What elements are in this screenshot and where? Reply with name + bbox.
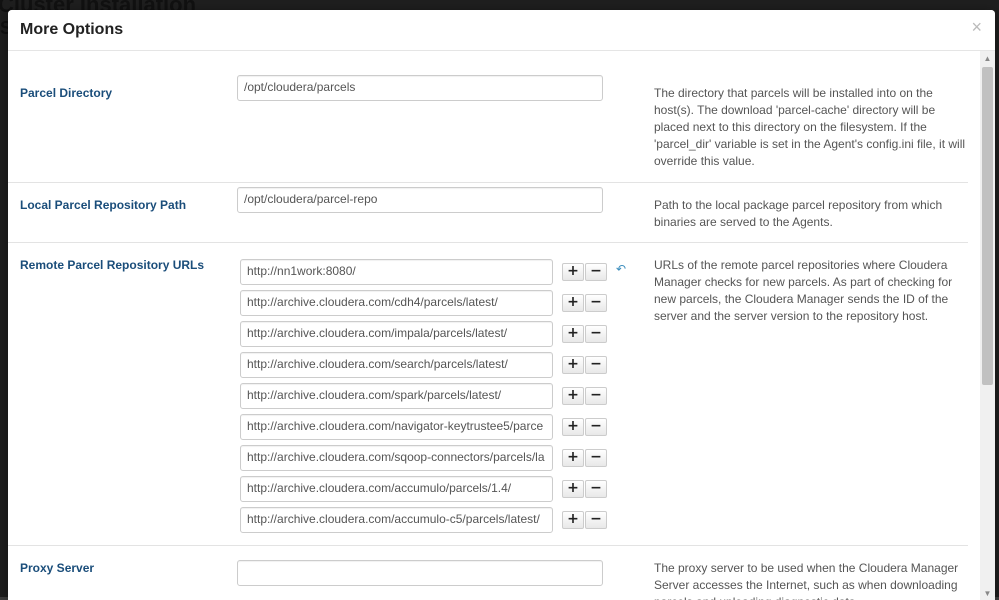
url-input[interactable]: http://archive.cloudera.com/impala/parce… [240, 321, 553, 347]
scroll-up-icon[interactable]: ▲ [980, 51, 995, 66]
parcel-directory-help: The directory that parcels will be insta… [654, 86, 966, 168]
remove-url-button[interactable]: − [585, 356, 607, 374]
scrollbar[interactable]: ▲ ▼ [980, 51, 995, 600]
add-url-button[interactable]: + [562, 480, 584, 498]
local-repo-path-input[interactable]: /opt/cloudera/parcel-repo [237, 187, 603, 213]
url-input[interactable]: http://archive.cloudera.com/navigator-ke… [240, 414, 553, 440]
undo-icon[interactable]: ↶ [616, 262, 626, 276]
add-url-button[interactable]: + [562, 263, 584, 281]
url-input[interactable]: http://archive.cloudera.com/sqoop-connec… [240, 445, 553, 471]
add-url-button[interactable]: + [562, 294, 584, 312]
proxy-server-help: The proxy server to be used when the Clo… [654, 561, 959, 600]
proxy-server-label: Proxy Server [20, 561, 95, 575]
modal-header: More Options × [8, 10, 995, 51]
setting-row-remote-repo-urls: Remote Parcel Repository URLs http://nn1… [8, 242, 968, 546]
add-url-button[interactable]: + [562, 356, 584, 374]
url-entry: http://archive.cloudera.com/navigator-ke… [240, 414, 630, 440]
url-entry: http://archive.cloudera.com/cdh4/parcels… [240, 290, 630, 316]
remove-url-button[interactable]: − [585, 263, 607, 281]
remove-url-button[interactable]: − [585, 449, 607, 467]
url-entry: http://archive.cloudera.com/search/parce… [240, 352, 630, 378]
local-repo-path-label: Local Parcel Repository Path [20, 198, 187, 212]
modal-title: More Options [20, 21, 124, 38]
url-input[interactable]: http://archive.cloudera.com/accumulo/par… [240, 476, 553, 502]
remove-url-button[interactable]: − [585, 325, 607, 343]
parcel-directory-input[interactable]: /opt/cloudera/parcels [237, 75, 603, 101]
proxy-server-input[interactable] [237, 560, 603, 586]
parcel-directory-label: Parcel Directory [20, 86, 113, 100]
scroll-down-icon[interactable]: ▼ [980, 586, 995, 600]
url-input[interactable]: http://archive.cloudera.com/cdh4/parcels… [240, 290, 553, 316]
modal-body: Parcel Directory /opt/cloudera/parcels T… [8, 51, 980, 600]
setting-row-parcel-directory: Parcel Directory /opt/cloudera/parcels T… [8, 51, 968, 183]
add-url-button[interactable]: + [562, 387, 584, 405]
add-url-button[interactable]: + [562, 325, 584, 343]
more-options-dialog: More Options × Parcel Directory /opt/clo… [8, 10, 995, 600]
url-entry: http://nn1work:8080/ + − ↶ [240, 259, 630, 285]
remote-repo-urls-label: Remote Parcel Repository URLs [20, 258, 205, 272]
local-repo-path-help: Path to the local package parcel reposit… [654, 198, 943, 229]
scrollbar-thumb[interactable] [982, 67, 993, 385]
url-entry: http://archive.cloudera.com/accumulo/par… [240, 476, 630, 502]
close-icon[interactable]: × [971, 18, 982, 36]
url-entry: http://archive.cloudera.com/accumulo-c5/… [240, 507, 630, 533]
remote-repo-urls-help: URLs of the remote parcel repositories w… [654, 258, 953, 323]
add-url-button[interactable]: + [562, 511, 584, 529]
url-input[interactable]: http://nn1work:8080/ [240, 259, 553, 285]
setting-row-local-repo-path: Local Parcel Repository Path /opt/cloude… [8, 182, 968, 243]
remove-url-button[interactable]: − [585, 294, 607, 312]
url-entry: http://archive.cloudera.com/sqoop-connec… [240, 445, 630, 471]
url-entry: http://archive.cloudera.com/spark/parcel… [240, 383, 630, 409]
add-url-button[interactable]: + [562, 449, 584, 467]
remove-url-button[interactable]: − [585, 418, 607, 436]
url-input[interactable]: http://archive.cloudera.com/accumulo-c5/… [240, 507, 553, 533]
setting-row-proxy-server: Proxy Server The proxy server to be used… [8, 545, 968, 600]
url-input[interactable]: http://archive.cloudera.com/search/parce… [240, 352, 553, 378]
url-input[interactable]: http://archive.cloudera.com/spark/parcel… [240, 383, 553, 409]
remove-url-button[interactable]: − [585, 480, 607, 498]
remove-url-button[interactable]: − [585, 387, 607, 405]
url-entry: http://archive.cloudera.com/impala/parce… [240, 321, 630, 347]
remove-url-button[interactable]: − [585, 511, 607, 529]
add-url-button[interactable]: + [562, 418, 584, 436]
